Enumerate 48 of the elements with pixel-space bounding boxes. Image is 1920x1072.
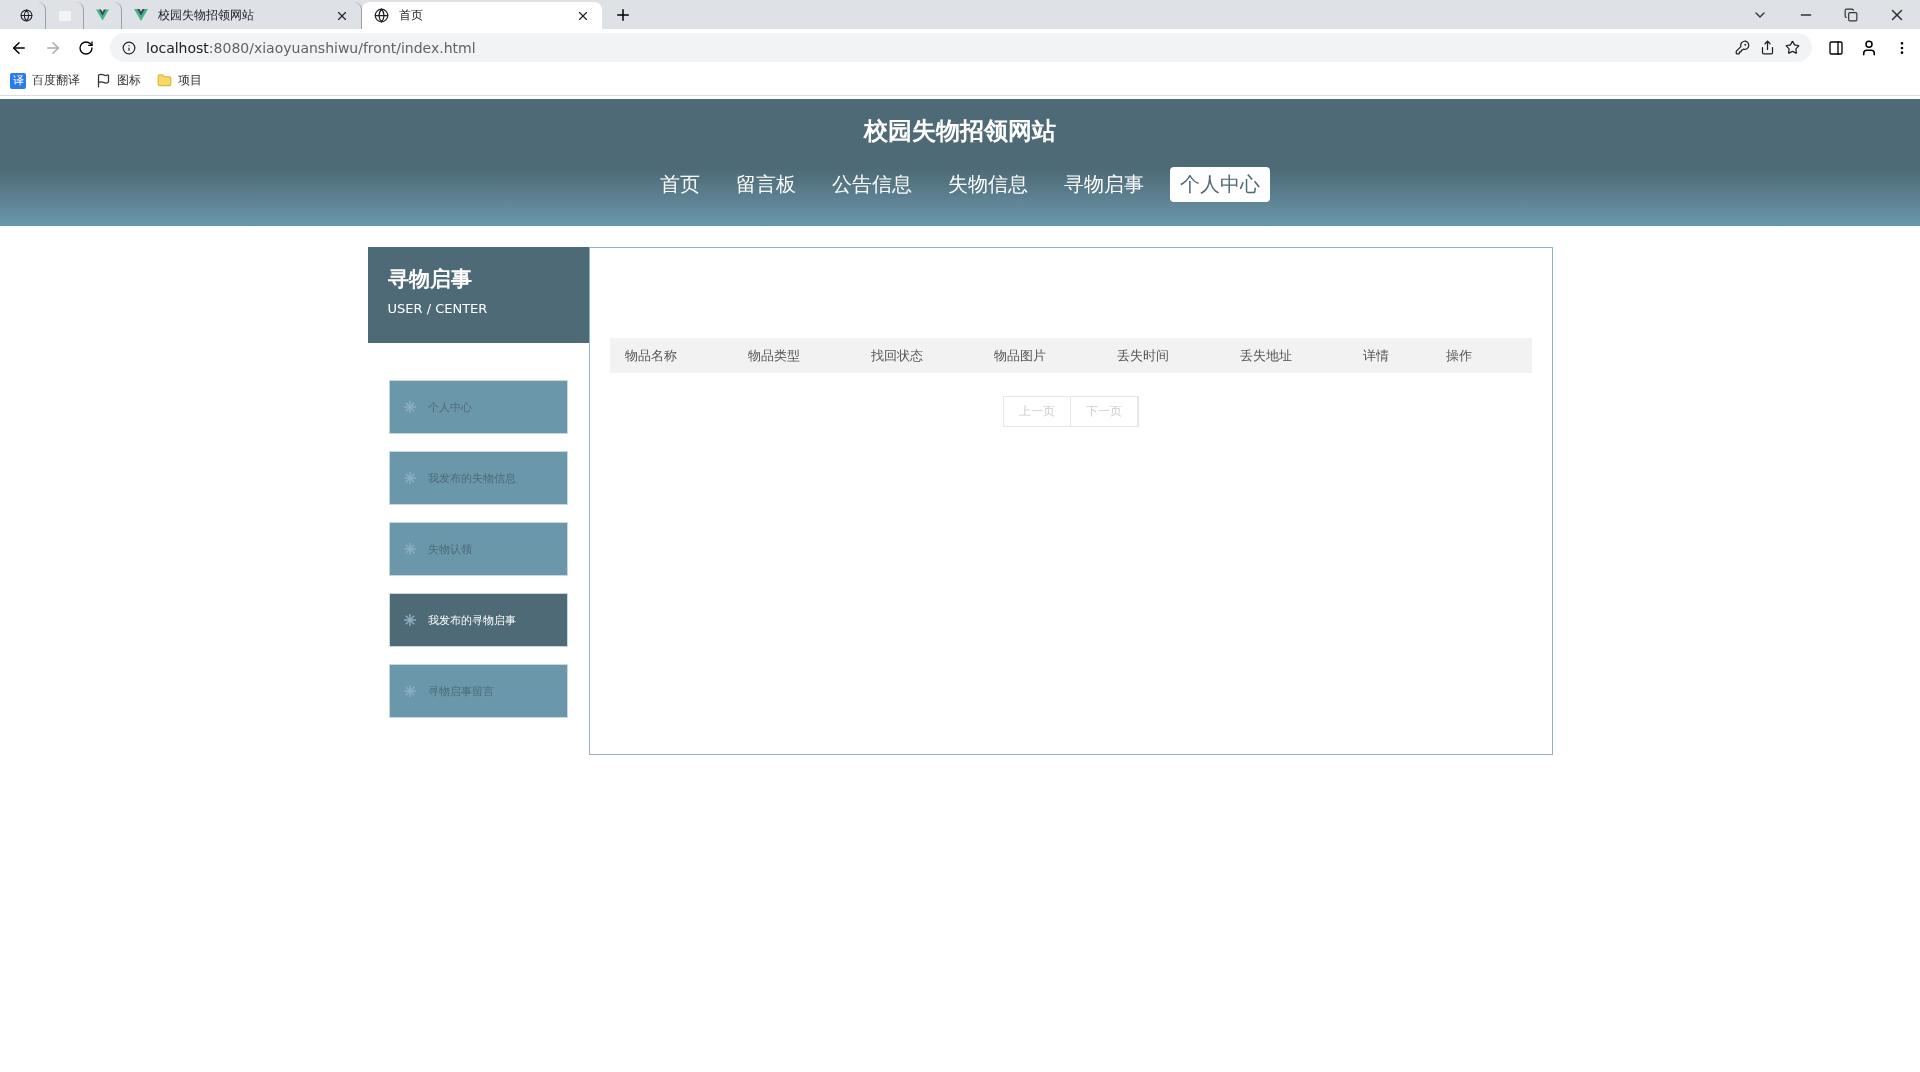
- snowflake-icon: [403, 614, 416, 626]
- column-header: 物品名称: [623, 346, 678, 365]
- nav-link[interactable]: 失物信息: [938, 167, 1038, 202]
- snowflake-icon: [403, 543, 416, 555]
- bookmark-link[interactable]: 项目: [178, 72, 202, 89]
- globe-icon: [374, 8, 389, 23]
- sidebar-subtitle: USER / CENTER: [387, 301, 489, 316]
- new-tab-icon[interactable]: [614, 6, 632, 24]
- nav-link[interactable]: 个人中心: [1170, 167, 1270, 202]
- snowflake-icon: [403, 401, 416, 413]
- tab-title: 校园失物招领网站: [158, 7, 255, 24]
- column-header: 物品类型: [746, 346, 801, 365]
- side-panel-icon[interactable]: [1828, 39, 1844, 56]
- page-icon: [58, 9, 71, 22]
- column-header: 丢失地址: [1238, 346, 1293, 365]
- sidebar-item[interactable]: 我发布的寻物启事: [388, 593, 568, 647]
- snowflake-icon: [403, 472, 416, 484]
- browser-tab[interactable]: 首页: [362, 2, 602, 29]
- bookmark-link[interactable]: 图标: [117, 72, 141, 89]
- column-header: 物品图片: [992, 346, 1047, 365]
- share-icon[interactable]: [1760, 40, 1775, 55]
- address-bar[interactable]: localhost:8080/xiaoyuanshiwu/front/index.html: [110, 33, 1812, 62]
- column-header: 详情: [1361, 346, 1390, 365]
- v-logo-icon: [96, 9, 109, 22]
- column-header: 操作: [1444, 346, 1473, 365]
- translate-icon: 译: [10, 72, 26, 89]
- folder-icon: [157, 73, 172, 88]
- snowflake-icon: [403, 685, 416, 697]
- globe-icon: [20, 8, 33, 23]
- nav-link[interactable]: 留言板: [726, 167, 806, 202]
- bookmark-link[interactable]: 百度翻译: [32, 72, 80, 89]
- star-icon[interactable]: [1785, 40, 1800, 55]
- tab-title: 首页: [399, 7, 424, 24]
- column-header: 丢失时间: [1115, 346, 1170, 365]
- restore-icon[interactable]: [1844, 7, 1858, 22]
- key-icon[interactable]: [1735, 40, 1750, 55]
- column-header: 找回状态: [869, 346, 924, 365]
- v-logo-icon: [134, 9, 148, 22]
- nav-link[interactable]: 公告信息: [822, 167, 922, 202]
- flag-icon: [96, 73, 111, 88]
- sidebar-title: 寻物启事: [387, 266, 473, 293]
- info-icon[interactable]: [122, 40, 136, 55]
- url-text: localhost:8080/xiaoyuanshiwu/front/index.html: [146, 39, 477, 56]
- nav-link[interactable]: 首页: [650, 167, 710, 202]
- site-title: 校园失物招领网站: [864, 116, 1056, 147]
- nav-link[interactable]: 寻物启事: [1054, 167, 1154, 202]
- reload-icon[interactable]: [78, 39, 94, 56]
- profile-icon[interactable]: [1860, 38, 1878, 57]
